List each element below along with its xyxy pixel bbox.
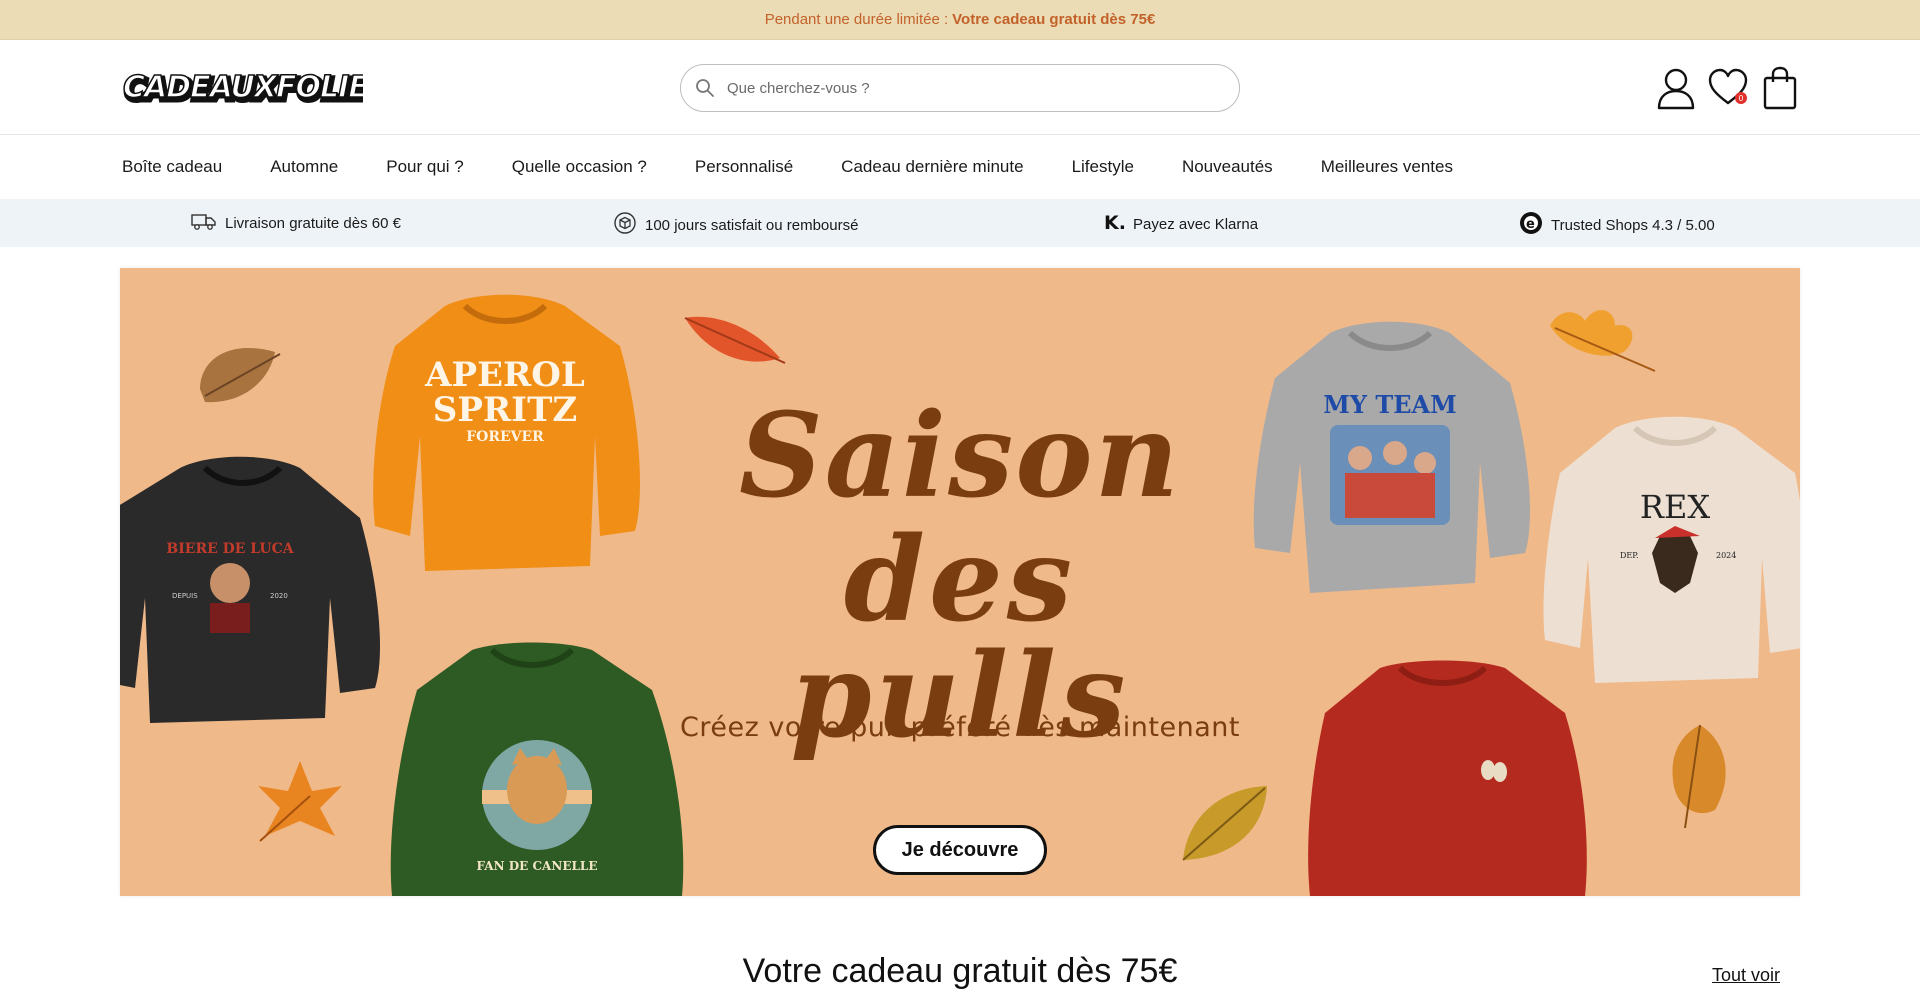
black-sweater-text: BIERE DE LUCA: [166, 541, 294, 557]
svg-text:e: e: [1526, 217, 1535, 232]
cream-sweater-text: REX: [1640, 488, 1710, 526]
section-title: Votre cadeau gratuit dès 75€: [742, 952, 1178, 990]
trust-label-shipping: Livraison gratuite dès 60 €: [225, 214, 401, 232]
nav-item-cadeau-derniere-minute[interactable]: Cadeau dernière minute: [841, 157, 1023, 177]
wishlist-count-badge: 0: [1735, 92, 1747, 104]
leaf-red-icon: [684, 316, 786, 364]
hero-subtitle: Créez votre pull préféré dès maintenant: [680, 712, 1240, 743]
orange-sweater-text-3: FOREVER: [466, 429, 544, 445]
search-bar[interactable]: [680, 64, 1240, 112]
orange-sweater-text-2: SPRITZ: [433, 390, 577, 430]
trust-bar: Livraison gratuite dès 60 € 100 jours sa…: [0, 199, 1920, 247]
svg-text:CADEAUXFOLIES: CADEAUXFOLIES: [123, 70, 363, 105]
trust-item-shipping: Livraison gratuite dès 60 €: [191, 211, 401, 235]
wishlist-heart-icon[interactable]: 0: [1708, 66, 1748, 110]
announcement-bar: Pendant une durée limitée : Votre cadeau…: [0, 0, 1920, 40]
nav-item-nouveautes[interactable]: Nouveautés: [1182, 157, 1273, 177]
trust-item-trusted-shops: e Trusted Shops 4.3 / 5.00: [1519, 211, 1715, 239]
site-header: CADEAUXFOLIES CADEAUXFOLIES 0: [0, 40, 1920, 135]
announcement-highlight: Votre cadeau gratuit dès 75€: [952, 11, 1156, 28]
nav-item-quelle-occasion[interactable]: Quelle occasion ?: [512, 157, 647, 177]
black-sweater-left: DEPUIS: [172, 592, 198, 600]
trusted-shops-icon: e: [1519, 211, 1543, 239]
nav-item-automne[interactable]: Automne: [270, 157, 338, 177]
header-actions: 0: [1656, 66, 1800, 110]
leaf-orange-icon: [258, 761, 342, 842]
black-sweater-image: BIERE DE LUCA DEPUIS 2020: [120, 456, 380, 723]
green-sweater-text: FAN DE CANELLE: [476, 859, 597, 873]
search-icon: [695, 78, 715, 98]
cream-sweater-image: REX DEP. 2024: [1543, 416, 1800, 683]
orange-sweater-text-1: APEROL: [424, 355, 585, 395]
nav-item-meilleures-ventes[interactable]: Meilleures ventes: [1321, 157, 1453, 177]
trust-item-returns: 100 jours satisfait ou remboursé: [613, 211, 858, 239]
nav-item-personnalise[interactable]: Personnalisé: [695, 157, 793, 177]
grey-sweater-text: MY TEAM: [1323, 390, 1456, 419]
cream-sweater-right: 2024: [1716, 551, 1736, 560]
see-all-link[interactable]: Tout voir: [1712, 965, 1780, 986]
leaf-olive-icon: [1182, 786, 1267, 861]
truck-icon: [191, 211, 217, 235]
red-sweater-image: [1308, 660, 1587, 896]
trust-label-klarna: Payez avec Klarna: [1133, 215, 1259, 233]
nav-item-boite-cadeau[interactable]: Boîte cadeau: [122, 157, 222, 177]
green-sweater-image: FAN DE CANELLE: [390, 642, 684, 896]
hero-title-line-1: Saison: [738, 388, 1181, 524]
cream-sweater-left: DEP.: [1620, 551, 1639, 560]
box-return-icon: [613, 211, 637, 239]
black-sweater-right: 2020: [270, 592, 288, 600]
hero-banner[interactable]: APEROL SPRITZ FOREVER BIERE DE LUCA DEPU…: [120, 268, 1800, 896]
nav-item-lifestyle[interactable]: Lifestyle: [1072, 157, 1134, 177]
main-navigation: Boîte cadeau Automne Pour qui ? Quelle o…: [0, 135, 1920, 199]
hero-cta-button[interactable]: Je découvre: [873, 825, 1047, 875]
leaf-oak-icon: [1550, 310, 1656, 372]
hero-title: Saison des pulls: [700, 398, 1220, 754]
klarna-icon: K.: [1103, 211, 1126, 237]
svg-text:K.: K.: [1104, 212, 1125, 233]
trust-label-returns: 100 jours satisfait ou remboursé: [645, 216, 859, 234]
leaf-brown-icon: [200, 347, 281, 403]
trust-label-trusted-shops: Trusted Shops 4.3 / 5.00: [1551, 216, 1715, 234]
trust-item-klarna: K. Payez avec Klarna: [1103, 211, 1258, 237]
announcement-prefix: Pendant une durée limitée :: [764, 11, 949, 28]
orange-sweater-image: APEROL SPRITZ FOREVER: [373, 294, 640, 571]
search-input[interactable]: [727, 79, 1207, 97]
grey-sweater-image: MY TEAM: [1253, 321, 1530, 593]
leaf-gold-icon: [1672, 724, 1726, 829]
bag-icon[interactable]: [1760, 66, 1800, 110]
nav-item-pour-qui[interactable]: Pour qui ?: [386, 157, 464, 177]
account-icon[interactable]: [1656, 66, 1696, 110]
logo[interactable]: CADEAUXFOLIES CADEAUXFOLIES: [121, 66, 394, 110]
